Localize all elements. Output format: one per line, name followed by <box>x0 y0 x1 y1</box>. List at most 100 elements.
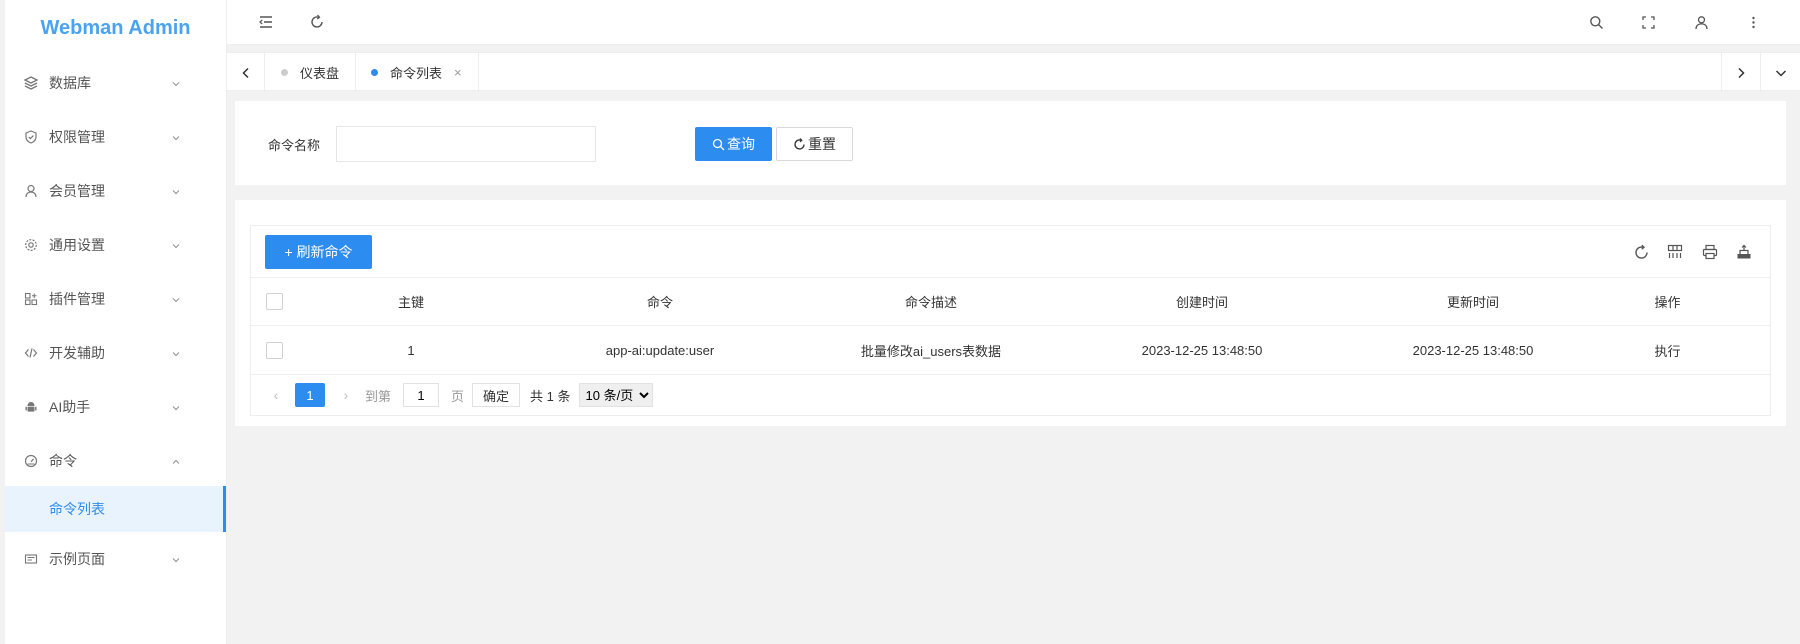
sidebar-item-settings[interactable]: 通用设置 <box>5 218 226 272</box>
chevron-down-icon <box>170 401 182 413</box>
page-icon <box>23 551 39 567</box>
chevron-up-icon <box>170 455 182 467</box>
reset-button[interactable]: 重置 <box>776 127 853 161</box>
table-header: 主键 命令 命令描述 创建时间 更新时间 操作 <box>251 278 1770 326</box>
gear-icon <box>23 237 39 253</box>
chevron-down-icon <box>170 239 182 251</box>
sidebar-item-examples[interactable]: 示例页面 <box>5 532 226 586</box>
column-header-command[interactable]: 命令 <box>525 292 795 311</box>
sidebar-item-label: 示例页面 <box>49 551 105 567</box>
chevron-down-icon <box>170 347 182 359</box>
print-icon[interactable] <box>1700 242 1720 262</box>
tab-status-dot <box>281 69 288 76</box>
sidebar-item-label: 开发辅助 <box>49 345 105 361</box>
page-size-select[interactable]: 10 条/页 <box>578 383 653 407</box>
column-header-updated[interactable]: 更新时间 <box>1337 292 1609 311</box>
columns-icon[interactable] <box>1665 242 1685 262</box>
chevron-down-icon <box>170 77 182 89</box>
user-icon[interactable] <box>1692 13 1710 31</box>
table-row: 1 app-ai:update:user 批量修改ai_users表数据 202… <box>251 326 1770 375</box>
sidebar-item-ai-assistant[interactable]: AI助手 <box>5 380 226 434</box>
goto-confirm-button[interactable]: 确定 <box>472 383 521 407</box>
sidebar-item-label: 权限管理 <box>49 129 105 145</box>
sidebar-item-label: 会员管理 <box>49 183 105 199</box>
query-button[interactable]: 查询 <box>695 127 772 161</box>
prev-page-icon[interactable]: ‹ <box>265 387 287 403</box>
user-icon <box>23 183 39 199</box>
close-icon[interactable]: × <box>454 65 462 80</box>
refresh-commands-button[interactable]: + 刷新命令 <box>265 235 372 269</box>
chevron-left-icon[interactable] <box>227 53 265 92</box>
sidebar-item-database[interactable]: 数据库 <box>5 56 226 110</box>
tab-dashboard[interactable]: 仪表盘 <box>265 53 357 92</box>
code-icon <box>23 345 39 361</box>
refresh-icon[interactable] <box>308 13 326 31</box>
column-header-id[interactable]: 主键 <box>297 292 525 311</box>
goto-page-input[interactable] <box>403 383 440 407</box>
cell-updated-at: 2023-12-25 13:48:50 <box>1412 342 1534 358</box>
query-button-label: 查询 <box>727 136 755 152</box>
tab-label: 命令列表 <box>390 66 443 81</box>
android-icon <box>23 399 39 415</box>
top-header <box>227 0 1800 45</box>
sidebar-item-dev-tools[interactable]: 开发辅助 <box>5 326 226 380</box>
data-table: + 刷新命令 主键 命令 命令描述 创建时间 更新时间 操作 1 app-ai:… <box>250 225 1771 416</box>
page-number-current[interactable]: 1 <box>295 383 325 407</box>
select-all-cell <box>251 293 297 310</box>
app-logo[interactable]: Webman Admin <box>5 0 226 56</box>
sidebar-item-label: 通用设置 <box>49 237 105 253</box>
column-header-created[interactable]: 创建时间 <box>1067 292 1337 311</box>
refresh-icon[interactable] <box>1631 242 1651 262</box>
sidebar-subitem-command-list[interactable]: 命令列表 <box>5 486 226 532</box>
cell-id: 1 <box>407 342 415 358</box>
tab-bar: 仪表盘 命令列表 × <box>227 52 1800 92</box>
chevron-down-icon <box>170 553 182 565</box>
database-icon <box>23 75 39 91</box>
tab-label: 仪表盘 <box>300 66 340 81</box>
sidebar-item-label: AI助手 <box>49 399 91 415</box>
table-panel: + 刷新命令 主键 命令 命令描述 创建时间 更新时间 操作 1 app-ai:… <box>235 200 1786 426</box>
sidebar-item-label: 插件管理 <box>49 291 105 307</box>
chevron-down-icon <box>170 131 182 143</box>
sidebar-item-permissions[interactable]: 权限管理 <box>5 110 226 164</box>
shield-icon <box>23 129 39 145</box>
sidebar-item-plugins[interactable]: 插件管理 <box>5 272 226 326</box>
reset-button-label: 重置 <box>808 136 836 152</box>
tab-command-list[interactable]: 命令列表 × <box>355 53 479 92</box>
chevron-down-icon <box>170 293 182 305</box>
sidebar-item-label: 数据库 <box>49 75 91 91</box>
execute-link[interactable]: 执行 <box>1609 341 1726 360</box>
column-header-description[interactable]: 命令描述 <box>795 292 1067 311</box>
sidebar-item-label: 命令 <box>49 453 77 469</box>
fullscreen-icon[interactable] <box>1639 13 1657 31</box>
menu-fold-icon[interactable] <box>257 13 275 31</box>
cell-created-at: 2023-12-25 13:48:50 <box>1141 342 1263 358</box>
chevron-right-icon[interactable] <box>1721 53 1759 92</box>
search-icon <box>712 138 725 150</box>
tab-status-dot <box>371 69 378 76</box>
plugin-icon <box>23 291 39 307</box>
command-name-label: 命令名称 <box>268 138 321 153</box>
cell-command: app-ai:update:user <box>605 342 715 358</box>
sidebar: Webman Admin 数据库 权限管理 会员管理 通用设置 插件管理 开发辅… <box>0 0 227 644</box>
goto-label: 到第 <box>365 388 392 404</box>
chevron-down-icon[interactable] <box>1760 53 1800 92</box>
search-icon[interactable] <box>1587 13 1605 31</box>
dashboard-icon <box>23 453 39 469</box>
command-name-input[interactable] <box>336 126 596 162</box>
sidebar-item-members[interactable]: 会员管理 <box>5 164 226 218</box>
cell-description: 批量修改ai_users表数据 <box>860 343 1002 359</box>
total-count: 共 1 条 <box>530 388 571 404</box>
pagination: ‹ 1 › 到第 页 确定 共 1 条 10 条/页 <box>251 375 1770 415</box>
select-all-checkbox[interactable] <box>265 293 283 310</box>
row-checkbox[interactable] <box>265 341 283 359</box>
export-icon[interactable] <box>1734 242 1754 262</box>
row-select-cell <box>251 341 297 359</box>
next-page-icon[interactable]: › <box>335 387 357 403</box>
page-suffix-label: 页 <box>451 388 465 404</box>
chevron-down-icon <box>170 185 182 197</box>
column-header-actions: 操作 <box>1654 295 1681 310</box>
sidebar-item-commands[interactable]: 命令 <box>5 434 226 488</box>
refresh-icon <box>794 137 805 150</box>
more-vertical-icon[interactable] <box>1744 13 1762 31</box>
